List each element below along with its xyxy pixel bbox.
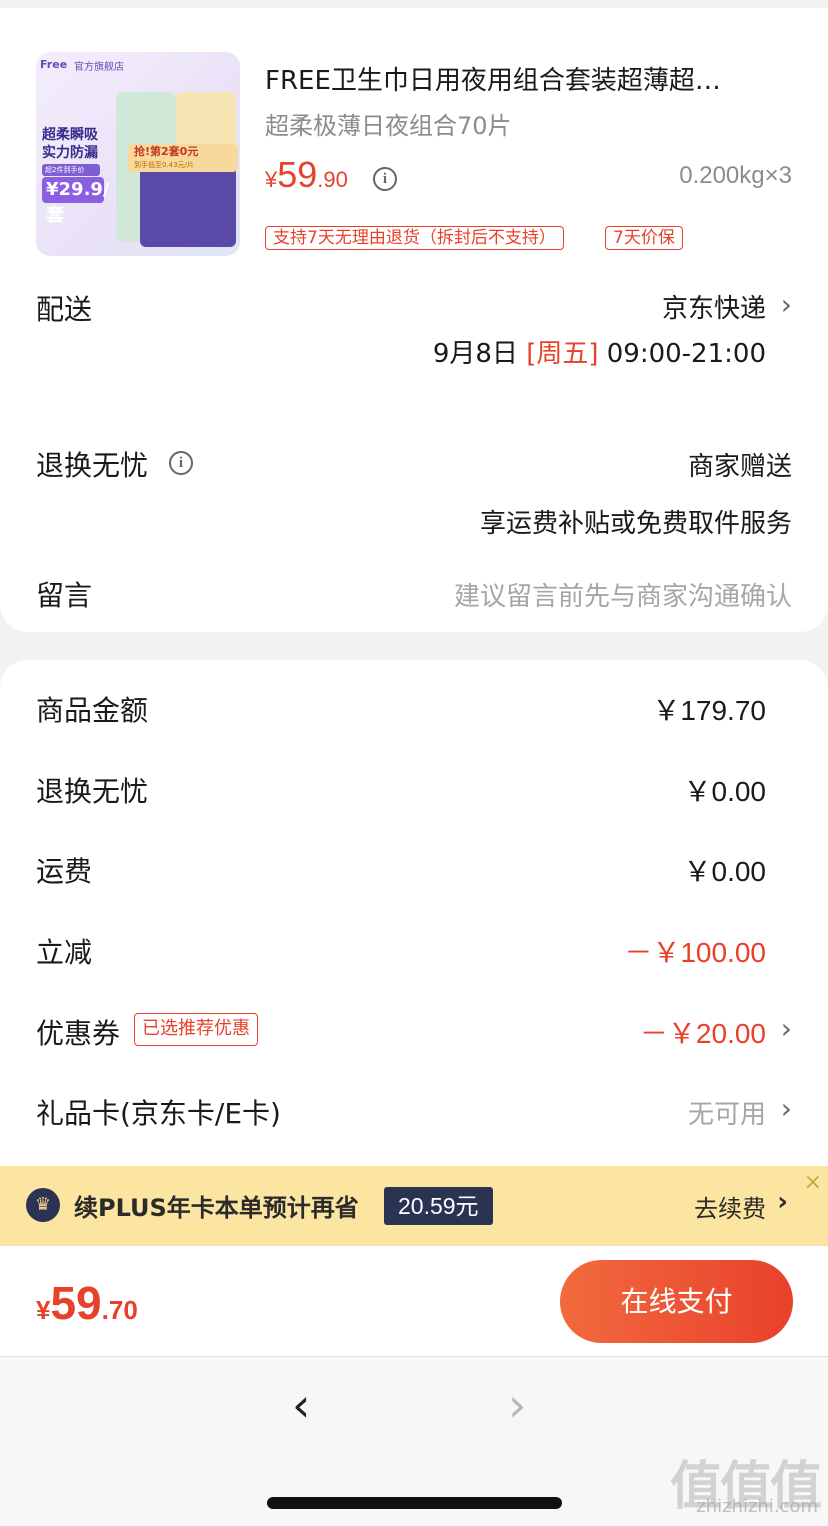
message-label: 留言 — [36, 579, 93, 612]
return-fee-label: 退换无忧 — [36, 775, 149, 808]
price-decimal: .90 — [317, 167, 348, 192]
price-integer: 59 — [277, 154, 318, 195]
chevron-right-icon[interactable]: › — [781, 1092, 792, 1125]
close-icon[interactable]: × — [804, 1170, 822, 1195]
forward-arrow-icon[interactable]: › — [508, 1378, 526, 1432]
return-service-value: 商家赠送 — [687, 452, 792, 482]
goods-amount-label: 商品金额 — [36, 694, 149, 727]
price-protect-tag: 7天价保 — [605, 226, 683, 250]
instant-discount-value: －￥100.00 — [624, 937, 766, 968]
product-pack-purple — [140, 162, 236, 247]
product-image-tag: 超2件到手价 — [42, 164, 100, 176]
return-fee-value: ￥0.00 — [683, 776, 767, 807]
return-service-desc: 享运费补贴或免费取件服务 — [479, 509, 792, 539]
price-info-icon[interactable]: i — [373, 167, 397, 191]
product-image-banner-text: 抢!第2套0元 — [134, 145, 199, 158]
product-image-brand: Free — [40, 58, 68, 71]
gift-card-value[interactable]: 无可用 — [688, 1094, 766, 1131]
plus-banner-text: 续PLUS年卡本单预计再省 — [74, 1194, 359, 1222]
return-service-info-icon[interactable]: i — [169, 451, 193, 475]
product-title[interactable]: FREE卫生巾日用夜用组合套装超薄超… — [265, 60, 793, 97]
delivery-date: 9月8日 — [432, 339, 518, 369]
chevron-right-icon[interactable]: › — [781, 288, 792, 321]
price-symbol: ¥ — [265, 167, 278, 192]
chevron-right-icon[interactable]: › — [781, 1012, 792, 1045]
plus-savings-badge: 20.59元 — [384, 1187, 493, 1225]
delivery-label: 配送 — [36, 293, 93, 326]
message-input[interactable]: 建议留言前先与商家沟通确认 — [454, 576, 792, 613]
chevron-right-icon[interactable]: › — [777, 1187, 788, 1217]
delivery-time[interactable]: 9月8日 [周五] 09:00-21:00 — [433, 333, 766, 370]
delivery-weekday: [周五] — [526, 339, 599, 369]
product-image-slogan-2: 实力防漏 — [42, 145, 98, 161]
product-image-banner-sub: 到手低至0.43元/片 — [134, 161, 194, 169]
watermark-url: zhizhizhi.com — [696, 1496, 818, 1517]
product-image-slogan-1: 超柔瞬吸 — [42, 127, 98, 143]
product-price: ¥59.90 — [265, 154, 348, 196]
goods-amount-value: ￥179.70 — [652, 695, 766, 726]
delivery-carrier[interactable]: 京东快递 — [662, 288, 766, 325]
delivery-hours: 09:00-21:00 — [606, 339, 766, 369]
home-indicator[interactable] — [267, 1497, 562, 1509]
return-service-label: 退换无忧 — [36, 449, 149, 482]
product-subtitle: 超柔极薄日夜组合70片 — [265, 112, 512, 140]
gift-card-label: 礼品卡(京东卡/E卡) — [36, 1097, 281, 1130]
product-image[interactable]: Free 官方旗舰店 抢!第2套0元 到手低至0.43元/片 超柔瞬吸 实力防漏… — [36, 52, 240, 256]
total-integer: 59 — [50, 1277, 102, 1329]
product-image-banner: 抢!第2套0元 到手低至0.43元/片 — [128, 144, 238, 172]
product-image-price: ¥29.9/套 — [42, 177, 110, 226]
back-arrow-icon[interactable]: ‹ — [292, 1378, 310, 1432]
total-symbol: ¥ — [36, 1295, 51, 1325]
product-image-shop: 官方旗舰店 — [74, 62, 124, 73]
coupon-label: 优惠券 — [36, 1017, 121, 1050]
coupon-selected-tag: 已选推荐优惠 — [134, 1013, 258, 1046]
coupon-value[interactable]: －￥20.00 — [640, 1012, 766, 1052]
plus-crown-icon: ♛ — [26, 1188, 60, 1222]
product-weight-quantity: 0.200kg×3 — [679, 162, 792, 189]
pay-online-button[interactable]: 在线支付 — [560, 1260, 793, 1343]
shipping-value: ￥0.00 — [683, 856, 767, 887]
return-policy-tag: 支持7天无理由退货（拆封后不支持） — [265, 226, 564, 250]
shipping-label: 运费 — [36, 855, 93, 888]
order-total: ¥59.70 — [36, 1276, 138, 1330]
total-decimal: .70 — [101, 1295, 138, 1325]
instant-discount-label: 立减 — [36, 936, 93, 969]
plus-renew-link[interactable]: 去续费 — [694, 1189, 766, 1224]
